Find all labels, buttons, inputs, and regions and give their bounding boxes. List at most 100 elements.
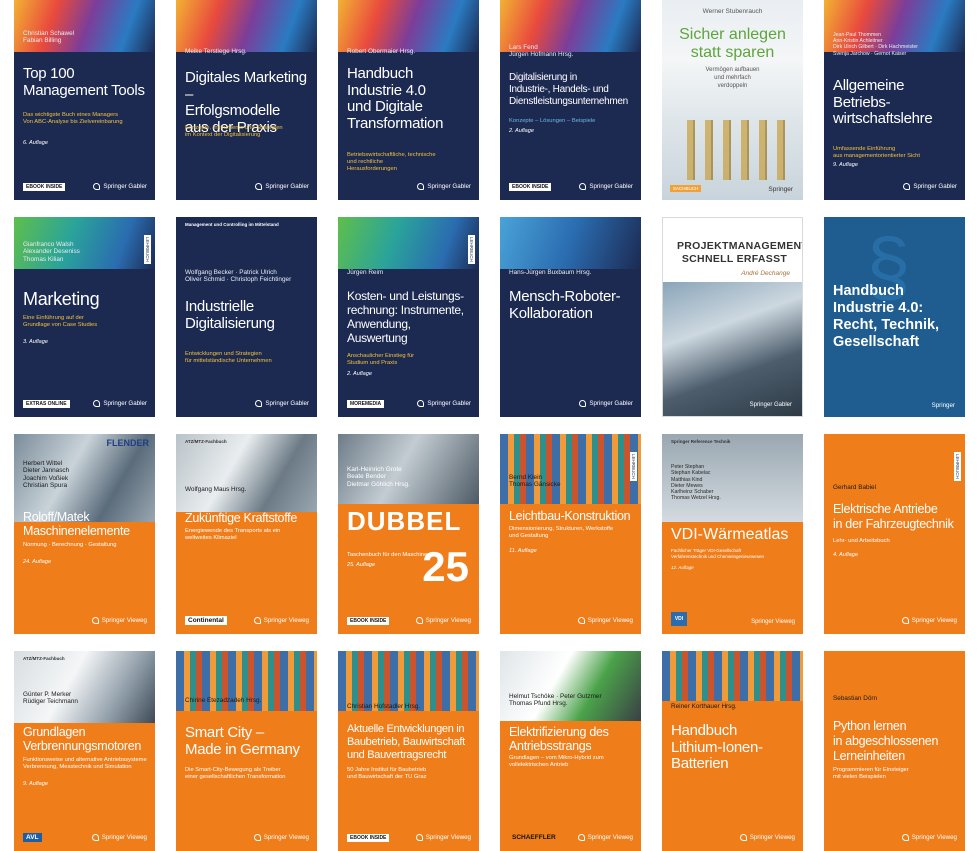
book-edition: 2. Auflage [509,128,534,134]
book-cover-elektrische-antriebe[interactable]: LEHRBUCH Gerhard Babiel Elektrische Antr… [824,434,965,634]
springer-horse-icon [253,617,261,624]
book-authors: Christian Schawel Fabian Billing [23,30,75,45]
book-edition: 25. Auflage [347,562,376,568]
book-cover-elektrifizierung-antriebsstrang[interactable]: Helmut Tschöke · Peter Gutzmer Thomas Pf… [500,651,641,851]
book-title: Leichtbau-Konstruktion [509,509,631,523]
book-cover-zukuenftige-kraftstoffe[interactable]: ATZ/MTZ-Fachbuch Wolfgang Maus Hrsg. Zuk… [176,434,317,634]
book-title: Elektrische Antriebe in der Fahrzeugtech… [833,502,954,531]
flender-logo: FLENDER [106,438,150,448]
book-cover-industrielle-digitalisierung[interactable]: Management und Controlling im Mittelstan… [176,217,317,417]
book-cover-leichtbau-konstruktion[interactable]: LEHRBUCH Bernd Klein Thomas Gänsicke Lei… [500,434,641,634]
lehrbuch-badge: LEHRBUCH [954,452,961,481]
book-authors: Helmut Tschöke · Peter Gutzmer Thomas Pf… [509,693,602,708]
book-cover-dubbel[interactable]: Karl-Heinrich Grote Beate Bender Dietmar… [338,434,479,634]
book-cover-python-lernen[interactable]: Sebastian Dörn Python lernen in abgeschl… [824,651,965,851]
book-authors: Wolfgang Becker · Patrick Ulrich Oliver … [185,269,292,284]
book-subtitle: Anschaulicher Einstieg für Studium und P… [347,353,415,366]
moremedia-badge: MOREMEDIA [347,400,385,408]
book-title: Handbuch Industrie 4.0 und Digitale Tran… [347,65,444,132]
book-subtitle: Betriebswirtschaftliche, technische und … [347,152,436,172]
book-authors: Sebastian Dörn [833,695,878,702]
book-subtitle: Vermögen aufbauen und mehrfach verdoppel… [705,67,760,89]
book-cover-smart-city[interactable]: Chirine Etezadzadeh Hrsg. Smart City – M… [176,651,317,851]
book-cover-handbuch-industrie-4-0[interactable]: Robert Obermaier Hrsg. Handbuch Industri… [338,0,479,200]
book-edition: 6. Auflage [23,140,48,146]
book-cover-aktuelle-entwicklungen-baubetrieb[interactable]: Christian Hofstadler Hrsg. Aktuelle Entw… [338,651,479,851]
book-subtitle: Fachlicher Träger VDI-Gesellschaft Verfa… [671,548,765,559]
springer-horse-icon [253,834,261,841]
book-subtitle: Programmieren für Einsteiger mit vielen … [833,767,909,780]
book-subtitle: Dimensionierung, Strukturen, Werkstoffe … [509,526,614,539]
publisher-label: Springer Gabler [749,402,792,408]
book-cover-handbuch-lithium-ionen[interactable]: Reiner Korthauer Hrsg. Handbuch Lithium-… [662,651,803,851]
publisher-label: Springer Vieweg [901,834,957,841]
book-authors: Reiner Korthauer Hrsg. [671,703,737,710]
book-title: Roloff/Matek Maschinenelemente [23,510,130,538]
publisher-label: Springer Vieweg [739,834,795,841]
book-cover-vdi-waermeatlas[interactable]: Springer Reference Technik Peter Stephan… [662,434,803,634]
springer-horse-icon [91,834,99,841]
book-cover-marketing[interactable]: LEHRBUCH Gianfranco Walsh Alexander Dese… [14,217,155,417]
book-cover-digitales-marketing[interactable]: Meike Terstiege Hrsg. Digitales Marketin… [176,0,317,200]
publisher-label: Springer Gabler [93,400,147,407]
publisher-label: Springer Vieweg [415,834,471,841]
book-authors: Jürgen Reim [347,269,384,276]
book-title: Grundlagen Verbrennungsmotoren [23,725,141,753]
book-title: Digitalisierung in Industrie-, Handels- … [509,72,628,107]
springer-horse-icon [903,183,911,190]
book-subtitle: Energiewende des Transports als ein welt… [185,528,281,541]
book-subtitle: Entwicklungen und Strategien für mittels… [185,351,272,364]
book-cover-mensch-roboter-kollaboration[interactable]: Hans-Jürgen Buxbaum Hrsg. Mensch-Roboter… [500,217,641,417]
book-cover-allgemeine-bwl[interactable]: Jean-Paul Thommen Ann-Kristin Achleitner… [824,0,965,200]
ebook-badge: EBOOK INSIDE [347,834,390,842]
book-authors: Chirine Etezadzadeh Hrsg. [185,697,262,704]
book-cover-top-100-management-tools[interactable]: Christian Schawel Fabian Billing Top 100… [14,0,155,200]
book-edition: 11. Auflage [509,548,537,554]
publisher-label: Springer Gabler [579,183,633,190]
ebook-badge: EBOOK INSIDE [509,183,552,191]
continental-logo: Continental [185,616,227,625]
book-title: Mensch-Roboter- Kollaboration [509,288,621,322]
book-authors: Karl-Heinrich Grote Beate Bender Dietmar… [347,466,410,488]
book-authors: Meike Terstiege Hrsg. [185,48,247,55]
vdi-logo: VDI [671,612,687,626]
series-label: Management und Controlling im Mittelstan… [185,222,279,227]
book-cover-handbuch-industrie-recht[interactable]: § Handbuch Industrie 4.0: Recht, Technik… [824,217,965,417]
springer-horse-icon [255,400,263,407]
book-title: PROJEKTMANAGEMENT SCHNELL ERFASST [677,240,803,265]
book-edition: 4. Auflage [833,552,858,558]
avl-logo: AVL [23,833,42,842]
book-title: Elektrifizierung des Antriebsstrangs [509,725,609,753]
book-edition: 3. Auflage [23,339,48,345]
springer-horse-icon [417,183,425,190]
edition-number: 25 [422,543,469,590]
book-cover-kosten-leistungsrechnung[interactable]: LEHRBUCH Jürgen Reim Kosten- und Leistun… [338,217,479,417]
book-cover-roloff-matek[interactable]: FLENDER Herbert Wittel Dieter Jannasch J… [14,434,155,634]
business-photo [663,282,802,416]
extras-badge: EXTRAS ONLINE [23,400,70,408]
springer-horse-icon [93,400,101,407]
springer-horse-icon [901,617,909,624]
book-subtitle: Konzepte, Instrumente und Strategien im … [185,125,283,138]
book-authors: Günter P. Merker Rüdiger Teichmann [23,691,78,706]
springer-horse-icon [579,183,587,190]
book-cover-projektmanagement[interactable]: PROJEKTMANAGEMENT SCHNELL ERFASST André … [662,217,803,417]
springer-horse-icon [93,183,101,190]
book-cover-digitalisierung-in-industrie[interactable]: Lars Fend Jürgen Hofmann Hrsg. Digitalis… [500,0,641,200]
springer-horse-icon [415,834,423,841]
springer-horse-icon [579,400,587,407]
book-subtitle: Umfassende Einführung aus managementorie… [833,146,920,159]
book-author: André Dechange [741,270,790,277]
publisher-label: Springer Gabler [903,183,957,190]
book-title: Handbuch Industrie 4.0: Recht, Technik, … [833,283,940,350]
publisher-label: Springer Vieweg [577,617,633,624]
book-authors: Gerhard Babiel [833,484,876,491]
book-title: Marketing [23,289,100,309]
springer-horse-icon [739,834,747,841]
book-cover-sicher-anlegen[interactable]: Werner Stubenrauch Sicher anlegen statt … [662,0,803,200]
book-subtitle: Die Smart-City-Bewegung als Treiber eine… [185,767,286,780]
sachbuch-badge: SACHBUCH [670,185,702,192]
publisher-label: Springer Vieweg [751,619,795,625]
publisher-label: Springer Vieweg [253,617,309,624]
book-cover-grundlagen-verbrennungsmotoren[interactable]: ATZ/MTZ-Fachbuch Günter P. Merker Rüdige… [14,651,155,851]
